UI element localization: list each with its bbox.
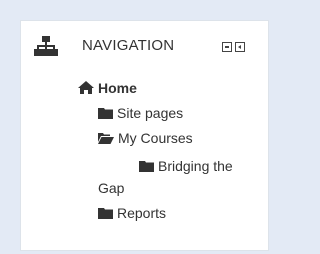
tree-item-label: Site pages [117,105,184,121]
tree-item-label-line2: Gap [98,180,125,196]
tree-item-label: Reports [117,205,167,221]
tree-item-reports[interactable]: Reports [98,205,166,221]
folder-icon [139,161,154,172]
tree-item-label: My Courses [118,130,193,146]
home-icon [78,81,94,94]
navigation-tree: Home Site pages My Courses Bridging the … [21,21,268,250]
tree-item-site-pages[interactable]: Site pages [98,105,183,121]
tree-item-home[interactable]: Home [78,80,137,96]
navigation-block: NAVIGATION Home Site pages My Courses Br… [20,20,269,251]
folder-open-icon [98,133,114,144]
folder-icon [98,208,113,219]
tree-item-label: Home [98,80,137,96]
tree-item-label-line1: Bridging the [158,158,233,174]
tree-item-course[interactable]: Bridging the Gap [98,155,237,199]
tree-item-my-courses[interactable]: My Courses [98,130,193,146]
folder-icon [98,108,113,119]
